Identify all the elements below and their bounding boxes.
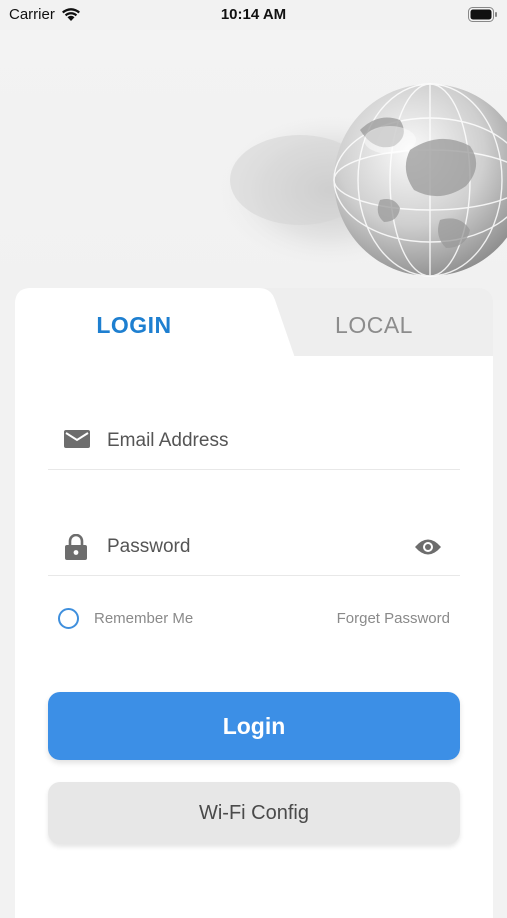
email-placeholder: Email Address [107, 430, 229, 451]
email-divider [48, 469, 460, 470]
tab-local-label: LOCAL [335, 312, 413, 338]
password-field[interactable]: Password [48, 516, 460, 576]
status-bar: Carrier 10:14 AM [0, 0, 507, 30]
clock: 10:14 AM [220, 6, 287, 23]
password-divider [48, 575, 460, 576]
hero-globe-image [0, 30, 507, 300]
remember-me-radio[interactable] [58, 608, 79, 629]
wifi-config-button[interactable]: Wi-Fi Config [48, 782, 460, 844]
eye-icon[interactable] [414, 538, 442, 561]
lock-icon [64, 533, 88, 565]
password-placeholder: Password [107, 536, 191, 557]
battery-icon [468, 7, 498, 27]
tab-login-label: LOGIN [96, 312, 172, 338]
login-button[interactable]: Login [48, 692, 460, 760]
remember-me-label[interactable]: Remember Me [94, 610, 193, 627]
mail-icon [64, 428, 90, 455]
email-field[interactable]: Email Address [48, 410, 460, 470]
forget-password-link[interactable]: Forget Password [337, 610, 450, 627]
